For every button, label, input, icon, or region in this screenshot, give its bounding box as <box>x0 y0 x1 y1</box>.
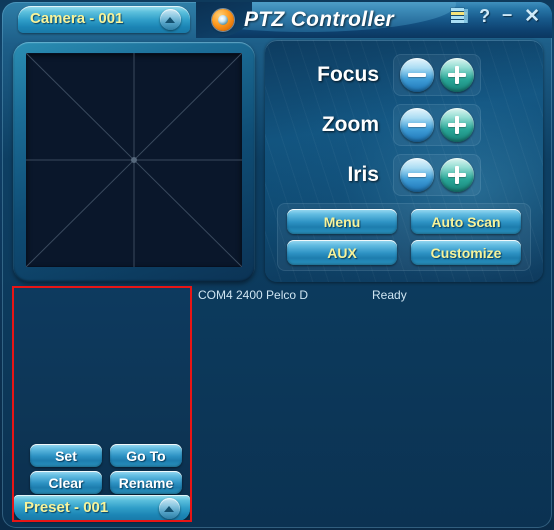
focus-button-group <box>393 54 481 96</box>
status-connection: COM4 2400 Pelco D <box>198 288 309 302</box>
rename-preset-button[interactable]: Rename <box>110 471 182 494</box>
settings-bars-icon[interactable] <box>451 8 469 25</box>
ptz-controller-window: PTZ Controller ? – ✕ Camera - 001 Focus … <box>0 0 554 530</box>
zoom-plus-button[interactable] <box>440 108 474 142</box>
goto-preset-button[interactable]: Go To <box>110 444 182 467</box>
iris-label: Iris <box>347 163 379 186</box>
pan-tilt-pad[interactable] <box>26 53 242 267</box>
customize-button[interactable]: Customize <box>411 240 521 265</box>
aux-button[interactable]: AUX <box>287 240 397 265</box>
iris-control-row: Iris <box>275 154 481 196</box>
focus-control-row: Focus <box>275 54 481 96</box>
chevron-up-icon[interactable] <box>159 498 180 519</box>
set-preset-button[interactable]: Set <box>30 444 102 467</box>
close-button[interactable]: ✕ <box>524 7 540 26</box>
action-button-group: Menu Auto Scan AUX Customize <box>277 203 531 271</box>
focus-label: Focus <box>317 63 379 86</box>
title-bar: PTZ Controller ? – ✕ <box>196 2 552 38</box>
camera-tab[interactable]: Camera - 001 <box>18 6 190 33</box>
camera-lens-icon <box>212 9 234 31</box>
camera-control-panel: Focus Zoom Iris Menu Auto Scan AUX Custo… <box>265 40 543 282</box>
menu-button[interactable]: Menu <box>287 209 397 234</box>
auto-scan-button[interactable]: Auto Scan <box>411 209 521 234</box>
preset-footer-bar[interactable]: Preset - 001 <box>14 495 190 521</box>
iris-button-group <box>393 154 481 196</box>
focus-plus-button[interactable] <box>440 58 474 92</box>
window-shell: PTZ Controller ? – ✕ Camera - 001 Focus … <box>0 0 554 530</box>
pan-tilt-bezel <box>13 42 255 282</box>
status-bar: COM4 2400 Pelco D Ready <box>192 285 550 305</box>
focus-minus-button[interactable] <box>400 58 434 92</box>
help-button[interactable]: ? <box>479 7 490 25</box>
preset-footer-label: Preset - 001 <box>24 499 109 516</box>
preset-panel: 001. Preset 001 002. Preset 002 003. Pre… <box>14 288 190 520</box>
zoom-button-group <box>393 104 481 146</box>
chevron-up-icon[interactable] <box>160 9 181 30</box>
zoom-label: Zoom <box>321 113 379 136</box>
camera-tab-label: Camera - 001 <box>30 10 124 27</box>
minimize-button[interactable]: – <box>502 5 512 23</box>
window-controls: ? – ✕ <box>451 5 540 26</box>
zoom-control-row: Zoom <box>275 104 481 146</box>
iris-plus-button[interactable] <box>440 158 474 192</box>
pan-tilt-crosshair <box>26 53 242 267</box>
iris-minus-button[interactable] <box>400 158 434 192</box>
status-state: Ready <box>372 288 407 302</box>
zoom-minus-button[interactable] <box>400 108 434 142</box>
app-title: PTZ Controller <box>244 8 395 31</box>
clear-preset-button[interactable]: Clear <box>30 471 102 494</box>
